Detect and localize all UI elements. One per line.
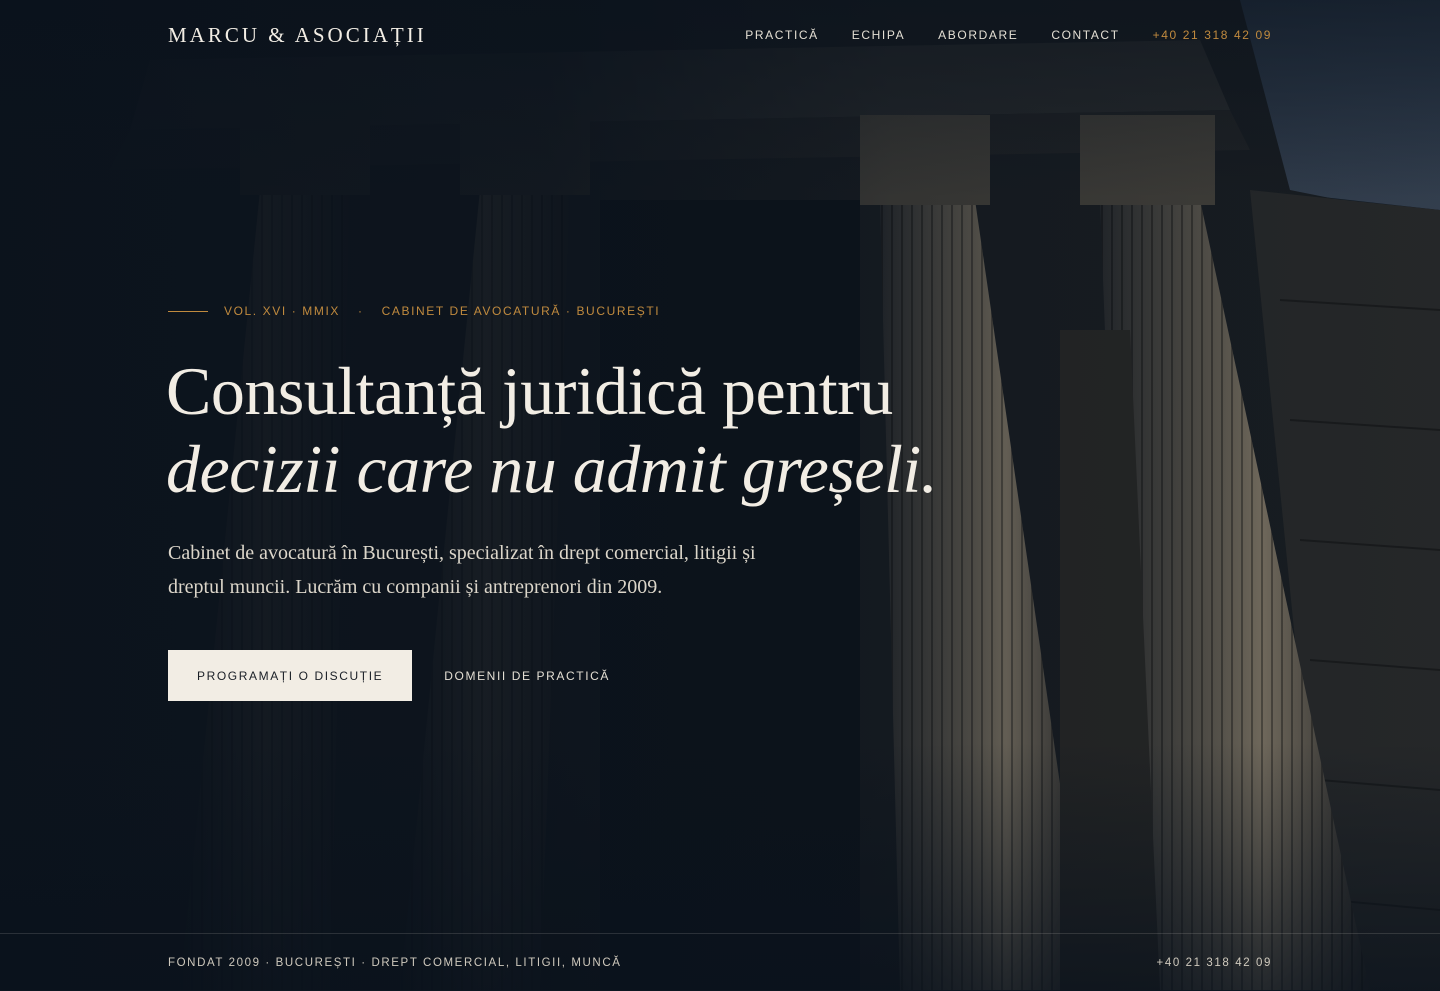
site-header: MARCU & ASOCIAȚII PRACTICĂ ECHIPA ABORDA… <box>168 20 1272 50</box>
brand-logo[interactable]: MARCU & ASOCIAȚII <box>168 23 427 48</box>
nav-phone-link[interactable]: +40 21 318 42 09 <box>1153 28 1272 42</box>
hero-footer-strip: FONDAT 2009 · BUCUREȘTI · DREPT COMERCIA… <box>0 933 1440 991</box>
hero-lead-text: Cabinet de avocatură în București, speci… <box>168 542 756 598</box>
main-nav: PRACTICĂ ECHIPA ABORDARE CONTACT +40 21 … <box>745 28 1272 42</box>
headline-line-2: decizii care nu admit greșeli. <box>166 431 938 507</box>
nav-item-contact[interactable]: CONTACT <box>1051 28 1119 42</box>
nav-item-abordare[interactable]: ABORDARE <box>938 28 1018 42</box>
eyebrow-volume: VOL. XVI · MMIX <box>224 304 341 318</box>
footer-phone-link[interactable]: +40 21 318 42 09 <box>1157 957 1272 969</box>
nav-item-echipa[interactable]: ECHIPA <box>852 28 905 42</box>
eyebrow-firm-type: CABINET DE AVOCATURĂ · BUCUREȘTI <box>381 304 661 318</box>
hero-headline: Consultanță juridică pentru decizii care… <box>166 352 938 508</box>
hero-cta-row: PROGRAMAȚI O DISCUȚIE DOMENII DE PRACTIC… <box>168 650 610 701</box>
eyebrow-separator: · <box>358 304 364 318</box>
practice-areas-link[interactable]: DOMENII DE PRACTICĂ <box>444 669 610 683</box>
footer-founded-text: FONDAT 2009 · BUCUREȘTI · DREPT COMERCIA… <box>168 956 622 969</box>
eyebrow-rule <box>168 310 208 312</box>
schedule-discussion-button[interactable]: PROGRAMAȚI O DISCUȚIE <box>168 650 413 701</box>
footer-inner: FONDAT 2009 · BUCUREȘTI · DREPT COMERCIA… <box>168 934 1272 991</box>
headline-line-1: Consultanță juridică pentru <box>166 353 893 429</box>
hero-eyebrow: VOL. XVI · MMIX · CABINET DE AVOCATURĂ ·… <box>168 304 660 318</box>
nav-item-practica[interactable]: PRACTICĂ <box>745 28 818 42</box>
